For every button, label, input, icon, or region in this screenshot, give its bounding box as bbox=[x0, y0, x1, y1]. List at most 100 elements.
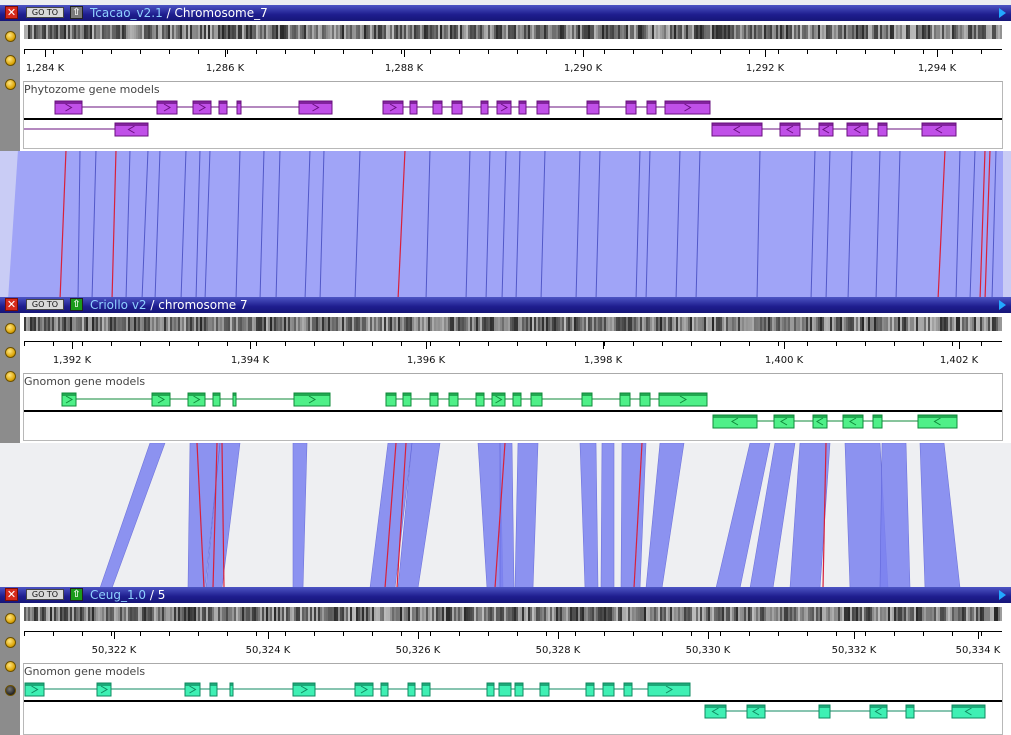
exon bbox=[229, 682, 234, 697]
tick-label: 1,394 K bbox=[230, 355, 270, 366]
panel-title: Tcacao_v2.1 / Chromosome_7 bbox=[90, 6, 268, 20]
exon bbox=[409, 100, 418, 115]
exon bbox=[498, 682, 512, 697]
exon bbox=[151, 392, 171, 407]
minor-tick bbox=[24, 49, 25, 54]
major-tick bbox=[404, 49, 405, 57]
minor-tick bbox=[343, 49, 344, 54]
exon bbox=[773, 414, 795, 429]
close-icon[interactable]: ✕ bbox=[5, 298, 18, 311]
option-dot-icon[interactable] bbox=[5, 613, 16, 624]
minor-tick bbox=[923, 49, 924, 54]
minor-tick bbox=[778, 631, 779, 636]
major-tick bbox=[426, 341, 427, 349]
minor-tick bbox=[575, 341, 576, 346]
exon bbox=[619, 392, 631, 407]
panel-titlebar: ✕ GO TO ⇧ Criollo v2 / chromosome 7 bbox=[0, 297, 1011, 313]
minor-tick bbox=[604, 49, 605, 54]
minor-tick bbox=[169, 631, 170, 636]
major-tick bbox=[114, 631, 115, 639]
organism-link[interactable]: Tcacao_v2.1 bbox=[90, 6, 163, 20]
option-dot-icon[interactable] bbox=[5, 79, 16, 90]
tick-label: 1,396 K bbox=[406, 355, 446, 366]
exon bbox=[877, 122, 888, 137]
option-dot-icon[interactable] bbox=[5, 55, 16, 66]
major-tick bbox=[72, 341, 73, 349]
option-dot-icon[interactable] bbox=[5, 31, 16, 42]
exon bbox=[192, 100, 212, 115]
chromosome-name: chromosome 7 bbox=[158, 298, 248, 312]
exon bbox=[486, 682, 495, 697]
coordinate-axis: 1,284 K 1,286 K 1,288 K 1,290 K 1,292 K 1,294… bbox=[24, 49, 1002, 85]
goto-button[interactable]: GO TO bbox=[26, 299, 64, 310]
option-dot-icon[interactable] bbox=[5, 637, 16, 648]
major-tick bbox=[225, 49, 226, 57]
up-arrow-icon[interactable]: ⇧ bbox=[70, 588, 83, 601]
option-dot-icon[interactable] bbox=[5, 371, 16, 382]
expand-arrow-icon[interactable] bbox=[999, 8, 1006, 18]
organism-link[interactable]: Ceug_1.0 bbox=[90, 588, 146, 602]
up-arrow-icon[interactable]: ⇧ bbox=[70, 298, 83, 311]
exon bbox=[842, 414, 864, 429]
option-dot-icon[interactable] bbox=[5, 347, 16, 358]
minor-tick bbox=[285, 631, 286, 636]
option-dot-icon[interactable] bbox=[5, 323, 16, 334]
chromosome-overview[interactable] bbox=[24, 25, 1002, 39]
exon bbox=[496, 100, 512, 115]
major-tick bbox=[854, 631, 855, 639]
major-tick bbox=[765, 49, 766, 57]
option-dot-icon[interactable] bbox=[5, 661, 16, 672]
chromosome-overview[interactable] bbox=[24, 607, 1002, 621]
exon bbox=[581, 392, 593, 407]
tick-label: 50,332 K bbox=[831, 645, 877, 656]
major-tick bbox=[583, 49, 584, 57]
minor-tick bbox=[53, 341, 54, 346]
minor-tick bbox=[314, 631, 315, 636]
minor-tick bbox=[430, 49, 431, 54]
close-icon[interactable]: ✕ bbox=[5, 588, 18, 601]
minor-tick bbox=[111, 341, 112, 346]
minor-tick bbox=[227, 631, 228, 636]
exon bbox=[704, 704, 727, 719]
minor-tick bbox=[401, 631, 402, 636]
organism-link[interactable]: Criollo v2 bbox=[90, 298, 147, 312]
tick-label: 1,284 K bbox=[25, 63, 65, 74]
minor-tick bbox=[981, 341, 982, 346]
goto-button[interactable]: GO TO bbox=[26, 589, 64, 600]
exon bbox=[530, 392, 543, 407]
minor-tick bbox=[111, 631, 112, 636]
minor-tick bbox=[633, 631, 634, 636]
genome-panel-criollo: ✕ GO TO ⇧ Criollo v2 / chromosome 7 1,39… bbox=[0, 297, 1011, 443]
gene-models[interactable] bbox=[0, 677, 1011, 727]
exon bbox=[96, 682, 112, 697]
minor-tick bbox=[430, 631, 431, 636]
exon bbox=[872, 414, 883, 429]
major-tick bbox=[268, 631, 269, 639]
up-arrow-icon[interactable]: ⇧ bbox=[70, 6, 83, 19]
exon bbox=[292, 682, 316, 697]
gene-models[interactable] bbox=[0, 95, 1011, 145]
exon bbox=[779, 122, 801, 137]
exon bbox=[646, 100, 657, 115]
exon bbox=[382, 100, 404, 115]
expand-arrow-icon[interactable] bbox=[999, 590, 1006, 600]
minor-tick bbox=[546, 49, 547, 54]
exon bbox=[658, 392, 708, 407]
exon bbox=[432, 100, 443, 115]
minor-tick bbox=[836, 341, 837, 346]
tick-label: 1,292 K bbox=[745, 63, 785, 74]
minor-tick bbox=[894, 631, 895, 636]
minor-tick bbox=[169, 341, 170, 346]
exon bbox=[514, 682, 524, 697]
exon bbox=[491, 392, 506, 407]
minor-tick bbox=[285, 49, 286, 54]
expand-arrow-icon[interactable] bbox=[999, 300, 1006, 310]
minor-tick bbox=[372, 341, 373, 346]
close-icon[interactable]: ✕ bbox=[5, 6, 18, 19]
minor-tick bbox=[981, 631, 982, 636]
minor-tick bbox=[778, 49, 779, 54]
chromosome-overview[interactable] bbox=[24, 317, 1002, 331]
goto-button[interactable]: GO TO bbox=[26, 7, 64, 18]
major-tick bbox=[45, 49, 46, 57]
gene-models[interactable] bbox=[0, 387, 1011, 437]
